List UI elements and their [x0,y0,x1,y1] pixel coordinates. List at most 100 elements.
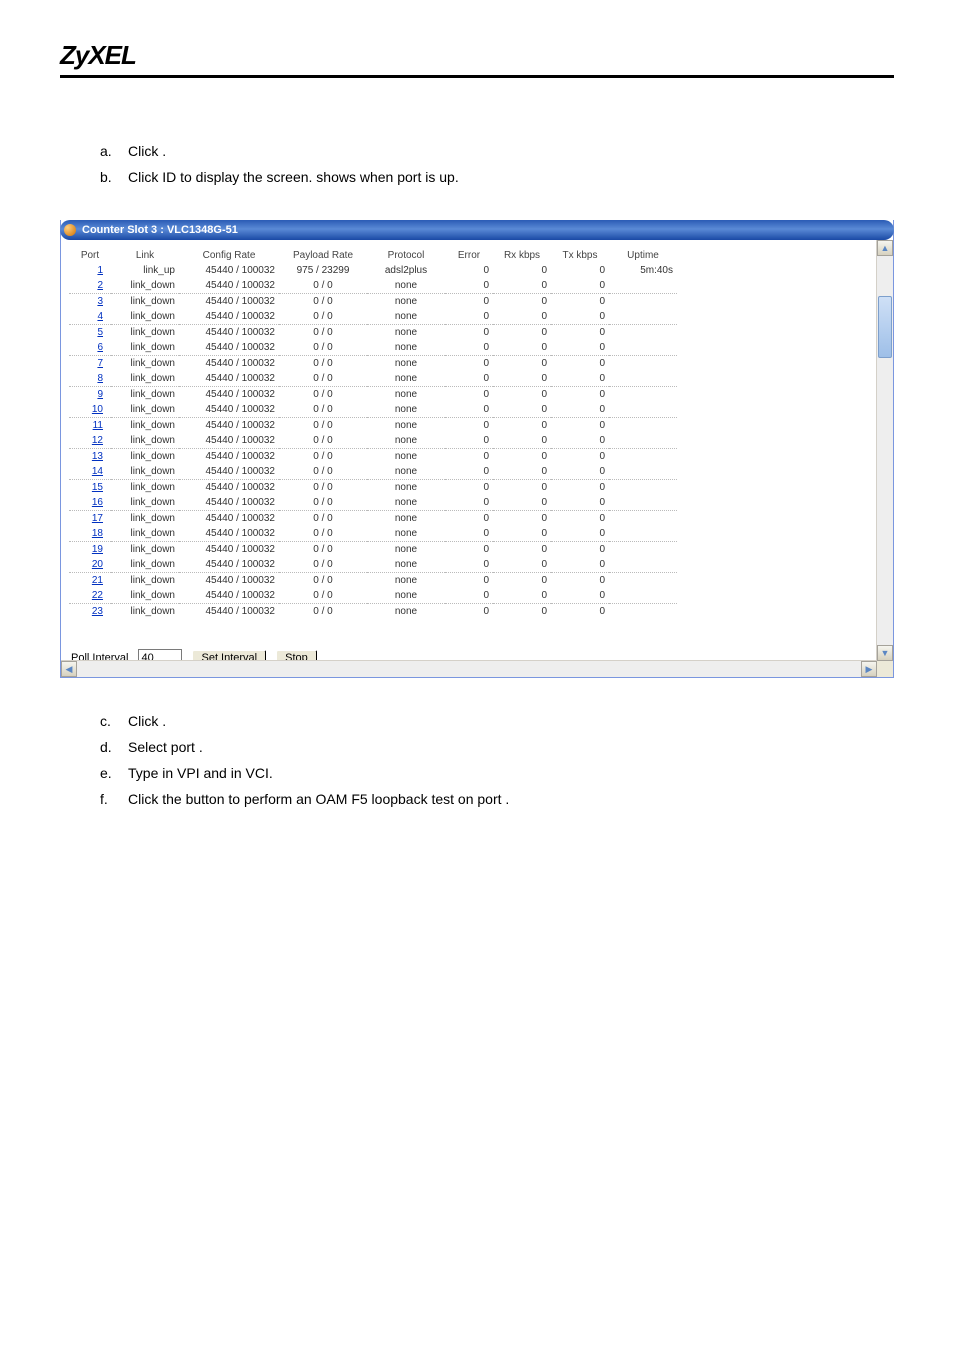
step-text: Select port . [128,734,203,760]
err-cell: 0 [445,449,493,465]
port-link[interactable]: 16 [92,497,103,508]
port-link[interactable]: 6 [97,342,103,353]
step-item: c.Click . [100,708,894,734]
rx-cell: 0 [493,402,551,418]
port-cell: 2 [69,278,111,294]
proto-cell: none [367,309,445,325]
config-cell: 45440 / 100032 [179,371,279,387]
payload-cell: 0 / 0 [279,387,367,403]
tx-cell: 0 [551,480,609,496]
link-cell: link_down [111,588,179,604]
err-cell: 0 [445,371,493,387]
table-row: 5link_down45440 / 1000320 / 0none000 [69,325,677,341]
uptime-cell [609,464,677,480]
window-title: Counter Slot 3 : VLC1348G-51 [82,224,888,236]
link-cell: link_down [111,526,179,542]
rx-cell: 0 [493,542,551,558]
port-link[interactable]: 18 [92,528,103,539]
vertical-scrollbar[interactable]: ▲ ▼ [876,240,893,661]
header-rule [60,75,894,78]
port-link[interactable]: 10 [92,404,103,415]
port-cell: 5 [69,325,111,341]
scroll-right-icon[interactable]: ▶ [861,661,877,677]
port-link[interactable]: 9 [97,389,103,400]
proto-cell: none [367,542,445,558]
tx-cell: 0 [551,387,609,403]
payload-cell: 0 / 0 [279,356,367,372]
table-row: 2link_down45440 / 1000320 / 0none000 [69,278,677,294]
table-row: 22link_down45440 / 1000320 / 0none000 [69,588,677,604]
proto-cell: none [367,480,445,496]
err-cell: 0 [445,356,493,372]
tx-cell: 0 [551,526,609,542]
port-link[interactable]: 4 [97,311,103,322]
tx-cell: 0 [551,278,609,294]
uptime-cell [609,542,677,558]
scroll-h-track[interactable] [77,661,861,677]
proto-cell: none [367,356,445,372]
err-cell: 0 [445,526,493,542]
table-row: 21link_down45440 / 1000320 / 0none000 [69,573,677,589]
port-link[interactable]: 5 [97,327,103,338]
port-link[interactable]: 1 [97,265,103,276]
port-link[interactable]: 13 [92,451,103,462]
port-link[interactable]: 15 [92,482,103,493]
link-cell: link_down [111,464,179,480]
step-text: Type in VPI and in VCI. [128,760,273,786]
port-cell: 18 [69,526,111,542]
port-link[interactable]: 20 [92,559,103,570]
col-header: Tx kbps [551,248,609,263]
uptime-cell [609,340,677,356]
scroll-up-icon[interactable]: ▲ [877,240,893,256]
link-cell: link_down [111,433,179,449]
payload-cell: 0 / 0 [279,402,367,418]
table-row: 23link_down45440 / 1000320 / 0none000 [69,604,677,620]
proto-cell: none [367,278,445,294]
uptime-cell [609,402,677,418]
uptime-cell [609,309,677,325]
link-cell: link_down [111,604,179,620]
port-cell: 10 [69,402,111,418]
table-row: 3link_down45440 / 1000320 / 0none000 [69,294,677,310]
uptime-cell [609,588,677,604]
proto-cell: adsl2plus [367,263,445,278]
proto-cell: none [367,604,445,620]
port-link[interactable]: 21 [92,575,103,586]
port-link[interactable]: 22 [92,590,103,601]
config-cell: 45440 / 100032 [179,526,279,542]
col-header: Rx kbps [493,248,551,263]
port-link[interactable]: 7 [97,358,103,369]
payload-cell: 0 / 0 [279,278,367,294]
port-link[interactable]: 11 [93,420,103,431]
port-link[interactable]: 8 [97,373,103,384]
port-cell: 11 [69,418,111,434]
scroll-down-icon[interactable]: ▼ [877,645,893,661]
rx-cell: 0 [493,263,551,278]
uptime-cell [609,511,677,527]
scroll-v-thumb[interactable] [878,296,892,358]
port-link[interactable]: 17 [92,513,103,524]
link-cell: link_down [111,340,179,356]
table-row: 15link_down45440 / 1000320 / 0none000 [69,480,677,496]
tx-cell: 0 [551,309,609,325]
tx-cell: 0 [551,402,609,418]
port-link[interactable]: 3 [97,296,103,307]
port-link[interactable]: 14 [92,466,103,477]
rx-cell: 0 [493,387,551,403]
port-link[interactable]: 12 [92,435,103,446]
port-link[interactable]: 23 [92,606,103,617]
port-link[interactable]: 2 [97,280,103,291]
err-cell: 0 [445,433,493,449]
err-cell: 0 [445,511,493,527]
port-link[interactable]: 19 [92,544,103,555]
scroll-v-track[interactable] [877,256,893,645]
horizontal-scrollbar[interactable]: ◀ ▶ [61,660,877,677]
link-cell: link_down [111,573,179,589]
table-row: 20link_down45440 / 1000320 / 0none000 [69,557,677,573]
scroll-left-icon[interactable]: ◀ [61,661,77,677]
proto-cell: none [367,588,445,604]
config-cell: 45440 / 100032 [179,604,279,620]
uptime-cell [609,433,677,449]
scroll-corner [877,661,893,677]
config-cell: 45440 / 100032 [179,557,279,573]
